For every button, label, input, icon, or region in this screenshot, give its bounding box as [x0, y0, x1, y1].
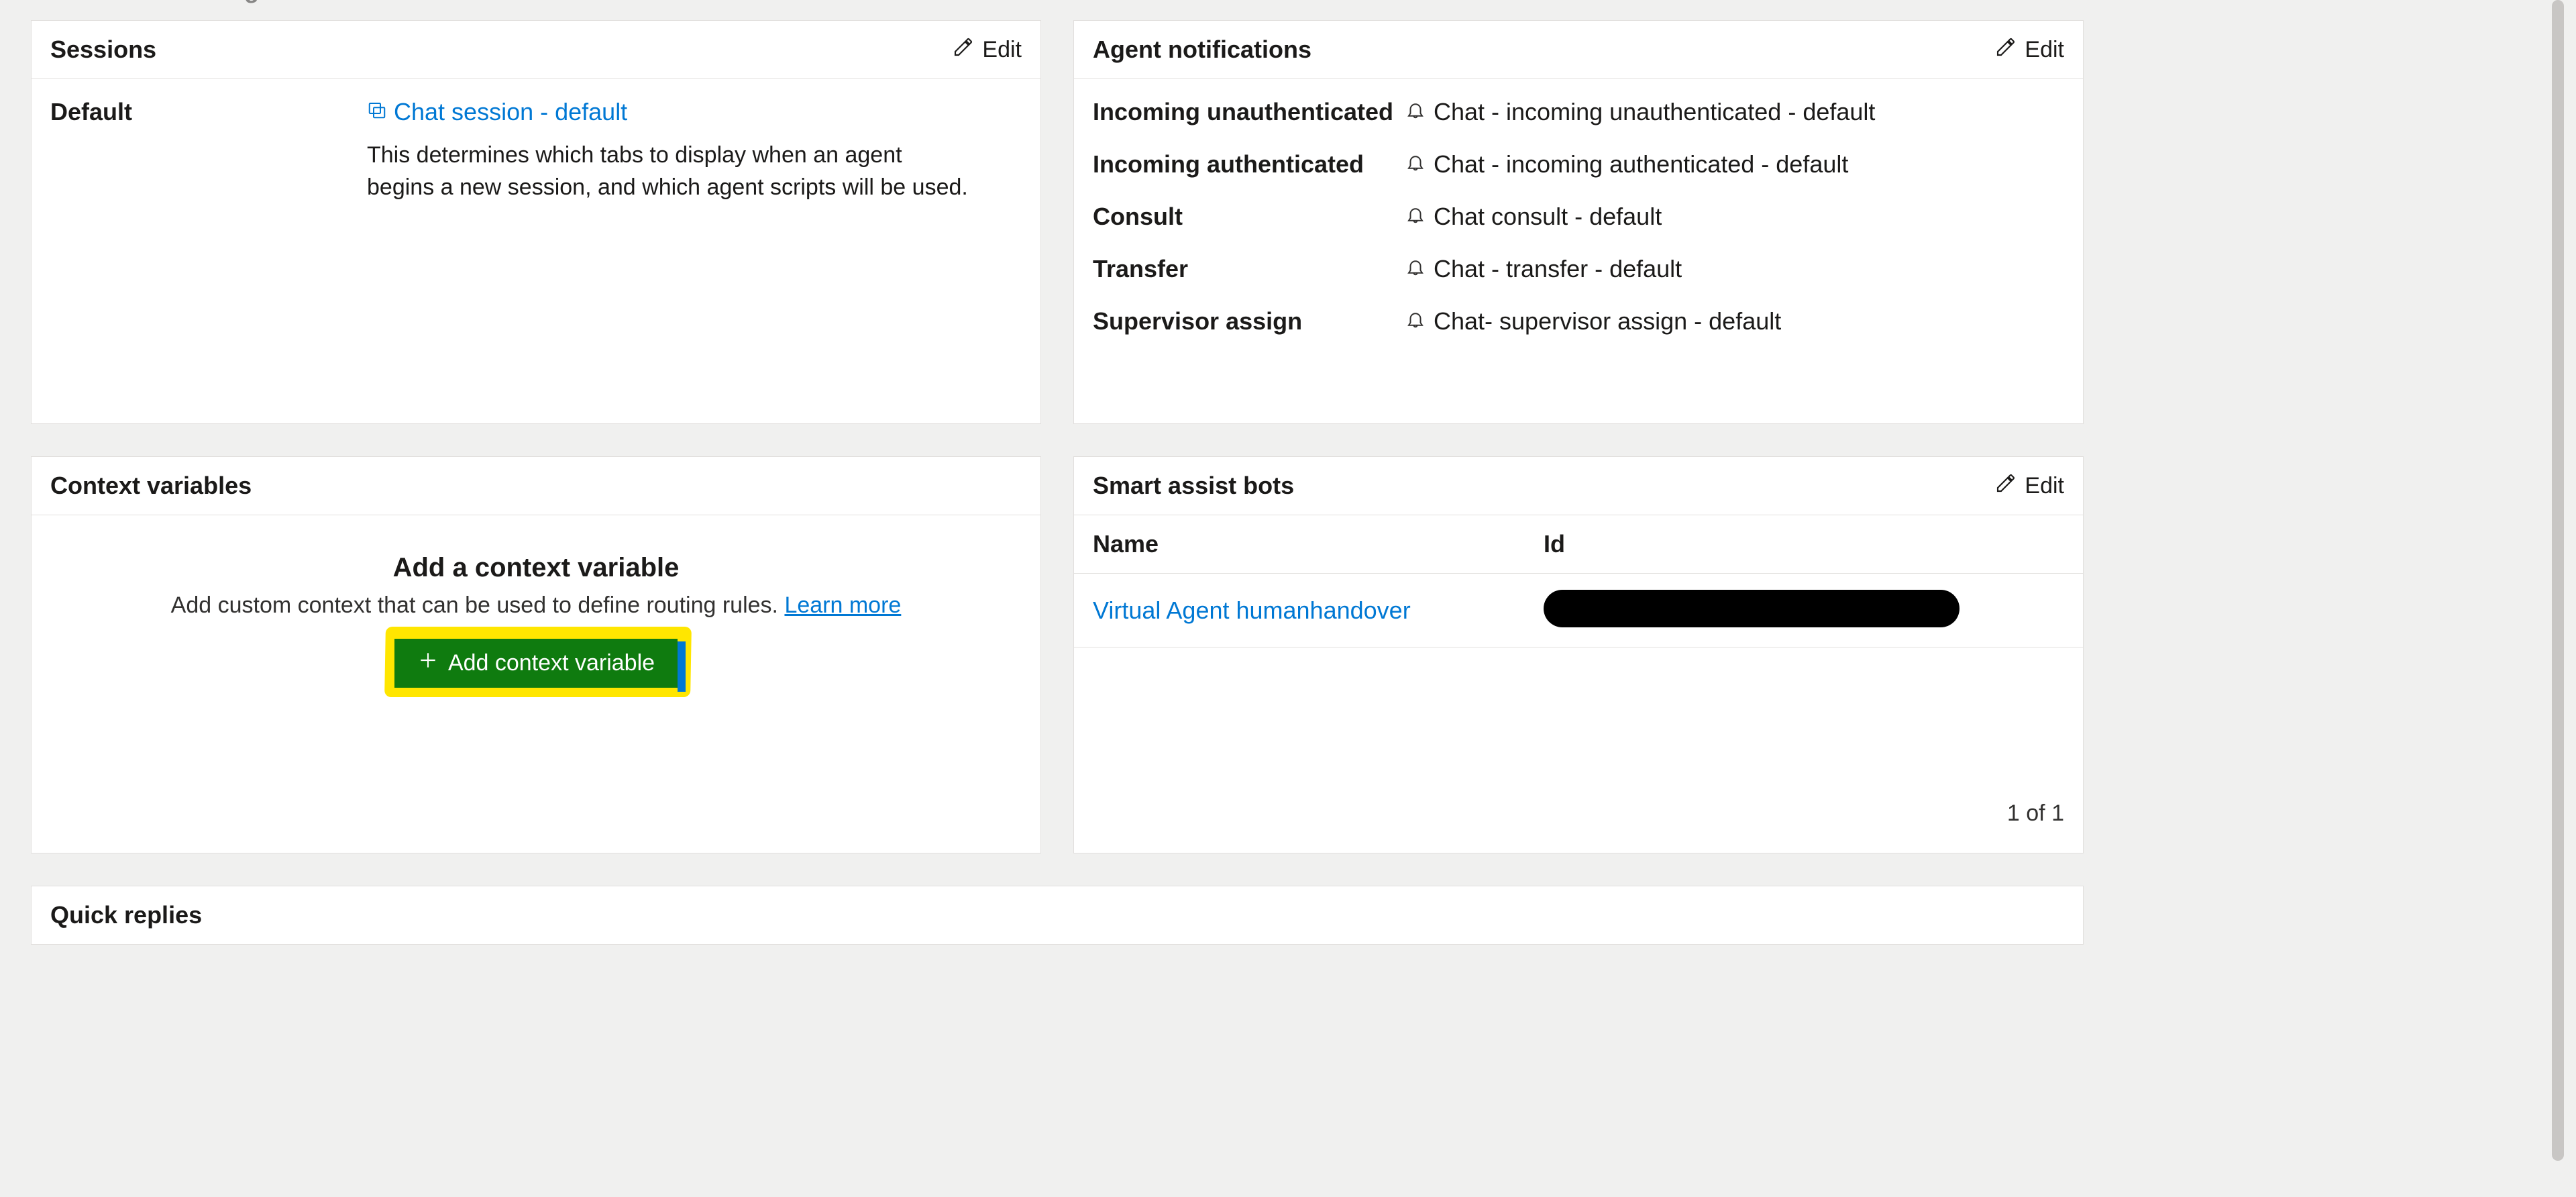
notification-label: Supervisor assign: [1093, 307, 1405, 335]
advanced-settings-label: Advanced settings: [58, 0, 272, 4]
agent-notifications-card: Agent notifications Edit Incoming unauth…: [1073, 20, 2084, 424]
smart-assist-table-header: Name Id: [1074, 515, 2083, 574]
notification-label: Consult: [1093, 203, 1405, 231]
smart-assist-card: Smart assist bots Edit Name Id Virtual A…: [1073, 456, 2084, 853]
notification-value: Chat consult - default: [1434, 203, 1662, 231]
edit-label: Edit: [2025, 37, 2064, 63]
bell-icon: [1405, 203, 1426, 231]
bell-icon: [1405, 255, 1426, 283]
add-context-variable-button[interactable]: Add context variable: [394, 639, 678, 688]
col-id: Id: [1544, 530, 2064, 558]
add-context-variable-label: Add context variable: [448, 650, 655, 676]
quick-replies-title: Quick replies: [50, 901, 2064, 929]
sessions-default-link-text: Chat session - default: [394, 98, 627, 126]
notification-value: Chat - transfer - default: [1434, 255, 1682, 283]
session-icon: [367, 98, 387, 126]
notification-value: Chat - incoming authenticated - default: [1434, 150, 1848, 178]
context-variables-title: Context variables: [50, 472, 252, 500]
notification-value: Chat - incoming unauthenticated - defaul…: [1434, 98, 1875, 126]
bell-icon: [1405, 150, 1426, 178]
notification-value: Chat- supervisor assign - default: [1434, 307, 1781, 335]
pencil-icon: [1995, 36, 2017, 64]
notification-row-incoming-auth: Incoming authenticated Chat - incoming a…: [1093, 150, 2064, 178]
redacted-id: [1544, 590, 1960, 627]
table-row[interactable]: Virtual Agent humanhandover: [1074, 574, 2083, 647]
sessions-card: Sessions Edit Default: [31, 20, 1041, 424]
notification-row-supervisor: Supervisor assign Chat- supervisor assig…: [1093, 307, 2064, 335]
notification-row-consult: Consult Chat consult - default: [1093, 203, 2064, 231]
bell-icon: [1405, 307, 1426, 335]
sessions-default-link[interactable]: Chat session - default: [367, 98, 1022, 126]
notification-label: Incoming authenticated: [1093, 150, 1405, 178]
context-empty-subtext: Add custom context that can be used to d…: [171, 592, 902, 619]
bell-icon: [1405, 98, 1426, 126]
vertical-scrollbar[interactable]: [2551, 0, 2565, 1177]
notification-row-transfer: Transfer Chat - transfer - default: [1093, 255, 2064, 283]
smart-assist-edit-button[interactable]: Edit: [1995, 472, 2064, 500]
chevron-down-icon: [31, 0, 47, 4]
col-name: Name: [1093, 530, 1544, 558]
sessions-title: Sessions: [50, 36, 156, 64]
pencil-icon: [1995, 472, 2017, 500]
notification-label: Incoming unauthenticated: [1093, 98, 1405, 126]
agent-notifications-title: Agent notifications: [1093, 36, 1311, 64]
context-variables-card: Context variables Add a context variable…: [31, 456, 1041, 853]
smart-assist-title: Smart assist bots: [1093, 472, 1294, 500]
edit-label: Edit: [982, 37, 1022, 63]
sessions-edit-button[interactable]: Edit: [953, 36, 1022, 64]
sessions-default-description: This determines which tabs to display wh…: [367, 140, 971, 203]
pager-text: 1 of 1: [1074, 782, 2083, 841]
edit-label: Edit: [2025, 473, 2064, 499]
notification-label: Transfer: [1093, 255, 1405, 283]
advanced-settings-header[interactable]: Advanced settings: [31, 0, 2084, 4]
sessions-default-label: Default: [50, 98, 367, 203]
learn-more-link[interactable]: Learn more: [784, 592, 901, 618]
context-empty-heading: Add a context variable: [393, 553, 680, 583]
pencil-icon: [953, 36, 974, 64]
agent-notifications-edit-button[interactable]: Edit: [1995, 36, 2064, 64]
plus-icon: [417, 649, 439, 677]
notification-row-incoming-unauth: Incoming unauthenticated Chat - incoming…: [1093, 98, 2064, 126]
bot-name-link[interactable]: Virtual Agent humanhandover: [1093, 596, 1544, 625]
quick-replies-card: Quick replies: [31, 886, 2084, 945]
scrollbar-thumb[interactable]: [2552, 0, 2564, 1161]
